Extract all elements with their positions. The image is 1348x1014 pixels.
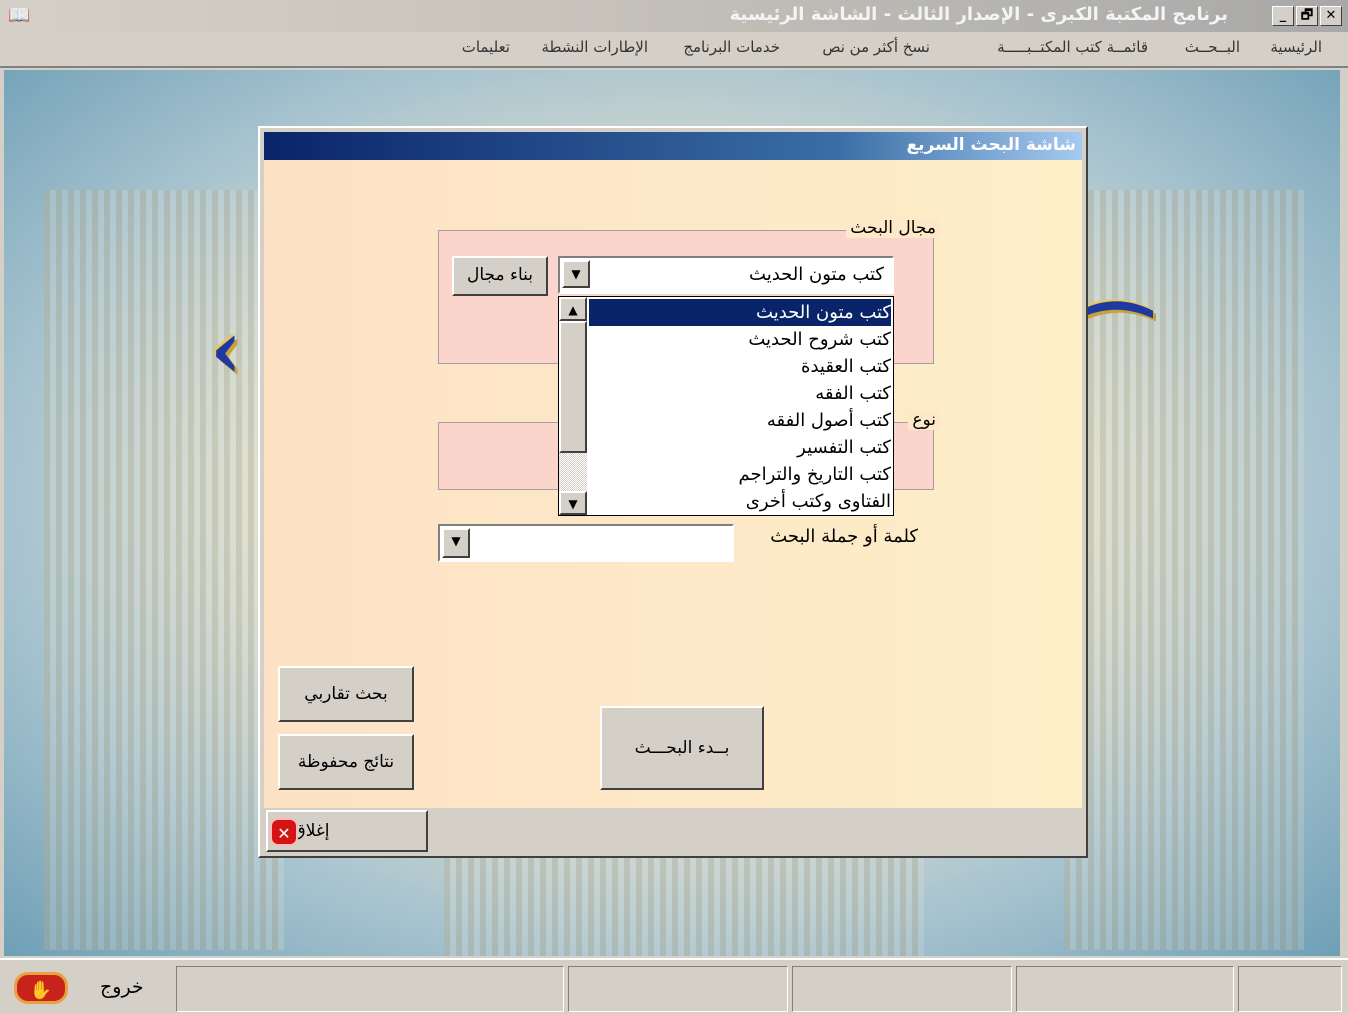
minimize-window-button[interactable]: _	[1272, 6, 1294, 26]
scroll-down-icon[interactable]: ▼	[559, 491, 587, 515]
search-scope-selected: كتب متون الحديث	[749, 264, 884, 285]
list-item[interactable]: كتب شروح الحديث	[589, 326, 891, 353]
list-item[interactable]: كتب العقيدة	[589, 353, 891, 380]
search-type-label: نوع	[908, 410, 940, 430]
dialog-title-bar: شاشة البحث السريع	[264, 132, 1082, 160]
status-panel-4	[1016, 966, 1234, 1012]
dialog-footer: ✕ إغلاق	[264, 808, 1082, 854]
logo-fragment-left: ‹	[210, 302, 242, 396]
exit-button[interactable]: ✋ خروج	[4, 966, 170, 1012]
status-bar: ✋ خروج	[0, 958, 1348, 1014]
minimize-icon: _	[1279, 8, 1287, 23]
saved-results-button[interactable]: نتائج محفوظة	[278, 734, 414, 790]
logo-fragment-right: ⁀	[1084, 302, 1149, 396]
bookshelf-bottom-image	[444, 850, 924, 956]
close-window-button[interactable]: ✕	[1320, 6, 1342, 26]
menu-item-home[interactable]: الرئيسية	[1270, 38, 1322, 56]
status-panel-3	[792, 966, 1012, 1012]
maximize-icon: 🗗	[1300, 8, 1314, 23]
list-item[interactable]: كتب الفقه	[589, 380, 891, 407]
search-scope-select[interactable]: ▼ كتب متون الحديث	[558, 256, 894, 294]
status-panel-2	[568, 966, 788, 1012]
scroll-thumb[interactable]	[559, 321, 587, 453]
maximize-window-button[interactable]: 🗗	[1296, 6, 1318, 26]
start-search-button[interactable]: بــدء البحـــث	[600, 706, 764, 790]
window-title-bar: 📖 برنامج المكتبة الكبرى - الإصدار الثالث…	[0, 0, 1348, 32]
window-title: برنامج المكتبة الكبرى - الإصدار الثالث -…	[729, 4, 1228, 25]
list-item[interactable]: كتب التاريخ والتراجم	[589, 461, 892, 488]
close-dialog-label: إغلاق	[292, 821, 330, 841]
dialog-body: مجال البحث ▼ كتب متون الحديث بناء مجال ن…	[264, 160, 1082, 808]
menu-bar: الرئيسية البــحــث قائمــة كتب المكتــبـ…	[0, 32, 1348, 68]
status-panel-1	[176, 966, 564, 1012]
menu-item-library-list[interactable]: قائمــة كتب المكتــبـــــة	[997, 38, 1148, 56]
menu-item-search[interactable]: البــحــث	[1185, 38, 1240, 56]
menu-item-services[interactable]: خدمات البرنامج	[683, 38, 780, 56]
exit-hand-icon: ✋	[14, 972, 68, 1004]
list-item[interactable]: كتب أصول الفقه	[589, 407, 891, 434]
search-scope-listbox[interactable]: ▲ ▼ كتب متون الحديث كتب شروح الحديث كتب …	[558, 296, 894, 516]
list-item[interactable]: الفتاوى وكتب أخرى	[589, 488, 891, 515]
close-icon: ✕	[270, 818, 298, 846]
approximate-search-button[interactable]: بحث تقاربي	[278, 666, 414, 722]
exit-label: خروج	[100, 976, 144, 998]
list-item[interactable]: كتب متون الحديث	[589, 299, 891, 326]
listbox-scrollbar[interactable]: ▲ ▼	[559, 297, 587, 515]
dialog-title: شاشة البحث السريع	[906, 135, 1076, 155]
quick-search-dialog: شاشة البحث السريع مجال البحث ▼ كتب متون …	[258, 126, 1088, 858]
scroll-up-icon[interactable]: ▲	[559, 297, 587, 321]
menu-item-help[interactable]: تعليمات	[462, 38, 510, 56]
menu-item-copy-texts[interactable]: نسخ أكثر من نص	[822, 38, 930, 56]
build-scope-button[interactable]: بناء مجال	[452, 256, 548, 296]
dropdown-arrow-icon[interactable]: ▼	[442, 528, 470, 558]
menu-item-active-frames[interactable]: الإطارات النشطة	[541, 38, 648, 56]
search-scope-label: مجال البحث	[846, 218, 940, 238]
close-dialog-button[interactable]: ✕ إغلاق	[266, 810, 428, 852]
search-phrase-input[interactable]: ▼	[438, 524, 734, 562]
dropdown-arrow-icon[interactable]: ▼	[562, 260, 590, 288]
list-item[interactable]: كتب التفسير	[589, 434, 891, 461]
search-phrase-label: كلمة أو جملة البحث	[770, 526, 918, 547]
book-icon[interactable]: 📖	[8, 5, 32, 27]
status-panel-5	[1238, 966, 1342, 1012]
close-icon: ✕	[1325, 8, 1337, 23]
